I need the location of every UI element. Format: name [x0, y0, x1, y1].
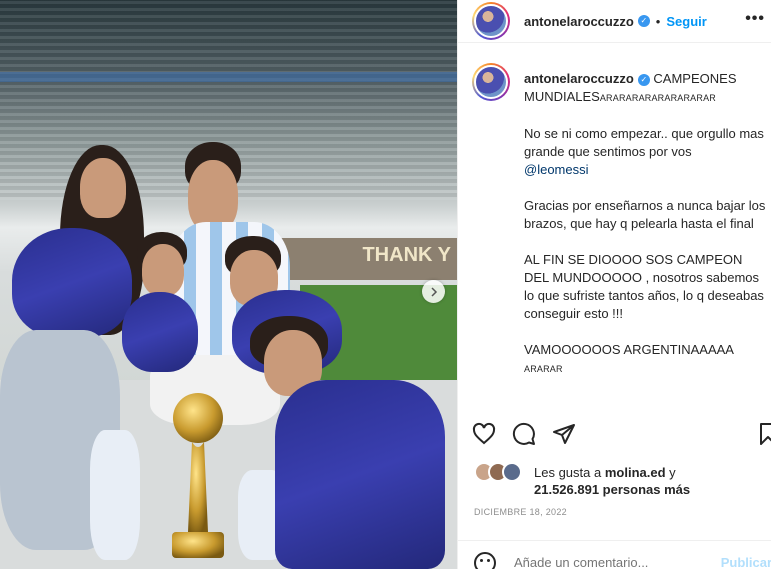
- led-banner: THANK Y: [270, 238, 457, 280]
- liker-avatar-3[interactable]: [502, 462, 522, 482]
- share-icon[interactable]: [552, 422, 576, 446]
- man-sock: [90, 430, 140, 560]
- heart-icon[interactable]: [472, 422, 496, 446]
- post-photo[interactable]: THANK Y: [0, 0, 457, 569]
- likes-user-link[interactable]: molina.ed: [605, 465, 666, 480]
- caption-username[interactable]: antonelaroccuzzo: [524, 71, 634, 86]
- caption-para3: AL FIN SE DIOOOO SOS CAMPEON DEL MUNDOOO…: [524, 252, 764, 321]
- woman-face: [80, 158, 126, 218]
- golden-ball-trophy: [172, 393, 224, 558]
- woman-shirt: [12, 228, 132, 338]
- verified-badge-icon-caption: ✓: [637, 74, 650, 86]
- mention-link[interactable]: @leomessi: [524, 162, 589, 177]
- verified-badge-icon: ✓: [637, 15, 650, 27]
- comment-bar: Publicar: [458, 540, 771, 569]
- kid1-face: [142, 244, 184, 296]
- post-date[interactable]: DICIEMBRE 18, 2022: [474, 507, 567, 517]
- action-bar: [472, 422, 771, 448]
- post-header: antonelaroccuzzo ✓ • Seguir •••: [458, 0, 771, 43]
- caption-para2: Gracias por enseñarnos a nunca bajar los…: [524, 198, 766, 231]
- stadium-roof-band: [0, 72, 457, 82]
- comment-icon[interactable]: [512, 422, 536, 446]
- publish-button[interactable]: Publicar: [721, 555, 771, 569]
- caption-avatar[interactable]: [472, 63, 510, 101]
- more-options-icon[interactable]: •••: [745, 10, 765, 28]
- caption-text: antonelaroccuzzo ✓ CAMPEONES MUNDIALESARA…: [524, 70, 768, 396]
- emoji-icon[interactable]: [474, 552, 496, 569]
- likes-count-link[interactable]: 21.526.891 personas más: [534, 482, 690, 497]
- chevron-right-icon: [430, 286, 437, 297]
- separator-dot: •: [655, 13, 661, 29]
- post-caption: antonelaroccuzzo ✓ CAMPEONES MUNDIALESARA…: [472, 63, 768, 403]
- comment-input[interactable]: [514, 555, 674, 569]
- follow-button[interactable]: Seguir: [666, 14, 706, 29]
- post-panel: antonelaroccuzzo ✓ • Seguir ••• antonela…: [457, 0, 771, 569]
- banner-text: THANK Y: [362, 244, 451, 266]
- header-username[interactable]: antonelaroccuzzo: [524, 14, 634, 29]
- caption-para4: VAMOOOOOOS ARGENTINAAAAA: [524, 342, 734, 357]
- likes-conj: y: [669, 465, 676, 480]
- kid3-shirt: [275, 380, 445, 569]
- likes-text: Les gusta a molina.ed y 21.526.891 perso…: [534, 464, 690, 498]
- caption-para4-tail: ARARAR: [524, 364, 563, 374]
- likes-summary: Les gusta a molina.ed y 21.526.891 perso…: [474, 462, 764, 498]
- profile-avatar[interactable]: [472, 2, 510, 40]
- caption-line1-tail: ARARARARARARARARAR: [599, 93, 716, 103]
- next-photo-button[interactable]: [422, 280, 445, 303]
- caption-para1: No se ni como empezar.. que orgullo mas …: [524, 126, 764, 159]
- likes-prefix: Les gusta a: [534, 465, 602, 480]
- bookmark-icon[interactable]: [756, 422, 771, 446]
- kid1-shirt: [122, 292, 198, 372]
